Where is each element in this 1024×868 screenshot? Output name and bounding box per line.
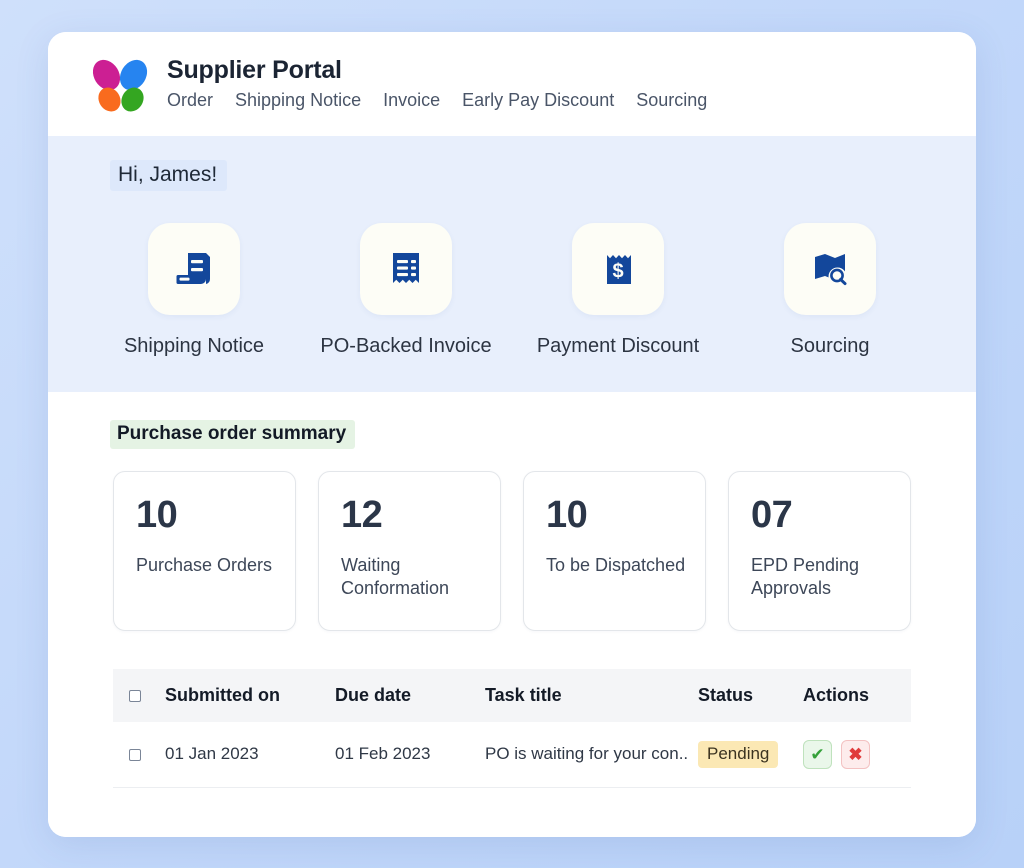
quick-action-sourcing[interactable]: Sourcing [724, 222, 936, 358]
payment-discount-tile[interactable]: $ [572, 222, 664, 315]
stat-card-purchase-orders[interactable]: 10 Purchase Orders [113, 470, 296, 631]
tasks-table-wrapper: Submitted on Due date Task title Status … [93, 668, 931, 788]
hero-section: Hi, James! Shipping Notice PO-Backed Inv… [48, 135, 976, 392]
stat-label: EPD Pending Approvals [751, 554, 860, 598]
dollar-receipt-icon: $ [607, 254, 631, 284]
stat-card-epd-pending-approvals[interactable]: 07 EPD Pending Approvals [728, 470, 911, 631]
column-header-status[interactable]: Status [698, 669, 803, 722]
invoice-receipt-icon [393, 252, 419, 283]
select-all-header [113, 669, 165, 722]
nav-link-order[interactable]: Order [167, 89, 213, 112]
table-row[interactable]: 01 Jan 2023 01 Feb 2023 PO is waiting fo… [113, 721, 911, 788]
select-all-checkbox[interactable] [129, 689, 141, 702]
sourcing-tile[interactable] [784, 222, 876, 315]
row-checkbox[interactable] [129, 748, 141, 761]
stat-value: 12 [341, 493, 383, 536]
logo-petal-green [116, 82, 149, 116]
column-header-actions: Actions [803, 684, 870, 705]
shipping-notice-tile[interactable] [148, 222, 240, 315]
main-nav: Order Shipping Notice Invoice Early Pay … [167, 89, 707, 112]
column-header-due-date[interactable]: Due date [335, 669, 485, 722]
cell-actions: ✔ ✖ [803, 721, 911, 788]
page-title: Supplier Portal [167, 55, 342, 84]
reject-button[interactable]: ✖ [841, 739, 870, 769]
shipping-notice-icon [176, 252, 211, 284]
column-header-submitted-on[interactable]: Submitted on [165, 669, 335, 722]
purchase-order-summary-title: Purchase order summary [110, 419, 356, 449]
app-header: Supplier Portal Order Shipping Notice In… [48, 31, 976, 136]
table-body: 01 Jan 2023 01 Feb 2023 PO is waiting fo… [113, 721, 911, 788]
status-badge: Pending [698, 740, 779, 768]
stat-card-waiting-conformation[interactable]: 12 Waiting Conformation [318, 470, 501, 631]
quick-action-shipping-notice[interactable]: Shipping Notice [88, 222, 300, 358]
table-header: Submitted on Due date Task title Status … [113, 668, 911, 722]
cell-task-title: PO is waiting for your con.. [485, 721, 698, 788]
svg-text:$: $ [612, 260, 623, 282]
po-backed-invoice-tile[interactable] [360, 222, 452, 315]
stat-label: To be Dispatched [546, 554, 686, 575]
check-icon: ✔ [810, 744, 825, 764]
nav-link-shipping-notice[interactable]: Shipping Notice [235, 89, 361, 112]
quick-actions: Shipping Notice PO-Backed Invoice $ Paym… [48, 222, 976, 358]
brand-text: Supplier Portal Order Shipping Notice In… [167, 56, 707, 111]
quick-action-label: PO-Backed Invoice [320, 334, 492, 357]
stat-value: 07 [751, 493, 793, 536]
quick-action-label: Shipping Notice [123, 334, 265, 357]
quick-action-label: Payment Discount [536, 334, 700, 357]
approve-button[interactable]: ✔ [803, 739, 832, 769]
supplier-portal-card: Supplier Portal Order Shipping Notice In… [48, 31, 976, 837]
row-select-cell [113, 721, 165, 788]
greeting-text: Hi, James! [110, 159, 228, 191]
row-actions: ✔ ✖ [803, 739, 911, 769]
nav-link-invoice[interactable]: Invoice [383, 89, 440, 112]
greeting-wrapper: Hi, James! [48, 159, 976, 191]
cell-status: Pending [698, 721, 803, 788]
stat-cards: 10 Purchase Orders 12 Waiting Conformati… [93, 470, 931, 631]
cross-icon: ✖ [848, 744, 863, 764]
quick-action-payment-discount[interactable]: $ Payment Discount [512, 222, 724, 358]
nav-link-sourcing[interactable]: Sourcing [636, 89, 707, 112]
summary-section: Purchase order summary 10 Purchase Order… [48, 391, 976, 837]
tasks-table: Submitted on Due date Task title Status … [113, 668, 911, 788]
table-header-row: Submitted on Due date Task title Status … [113, 668, 911, 722]
quick-action-label: Sourcing [790, 334, 870, 357]
map-search-icon [815, 253, 847, 285]
column-header-task-title[interactable]: Task title [485, 669, 698, 722]
quick-action-po-backed-invoice[interactable]: PO-Backed Invoice [300, 222, 512, 358]
nav-link-early-pay-discount[interactable]: Early Pay Discount [462, 89, 614, 112]
stat-card-to-be-dispatched[interactable]: 10 To be Dispatched [523, 470, 706, 631]
stat-label: Waiting Conformation [341, 554, 450, 598]
cell-due-date: 01 Feb 2023 [335, 721, 485, 788]
stat-value: 10 [546, 493, 588, 536]
stat-value: 10 [136, 493, 178, 536]
cell-submitted-on: 01 Jan 2023 [165, 721, 335, 788]
butterfly-logo-icon [87, 54, 153, 116]
stat-label: Purchase Orders [136, 554, 273, 575]
